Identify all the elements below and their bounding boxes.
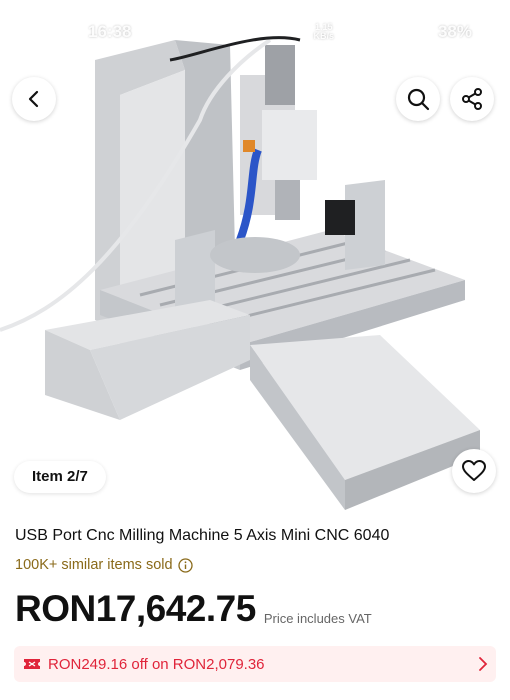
sold-count[interactable]: 100K+ similar items sold [15,557,193,573]
coupon-tag-icon [24,659,40,669]
promo-banner[interactable]: RON249.16 off on RON2,079.36 [14,646,496,682]
share-button[interactable] [450,77,494,121]
price-note: Price includes VAT [263,611,372,626]
price-row: RON17,642.75 Price includes VAT [15,588,372,630]
chevron-right-icon [479,657,488,671]
back-button[interactable] [12,77,56,121]
heart-icon [462,460,486,481]
status-time: 16:38 [88,22,132,41]
volte-icon [367,25,388,39]
search-button[interactable] [396,77,440,121]
item-indicator: Item 2/7 [14,461,106,493]
signal-icon [395,25,412,39]
wishlist-button[interactable] [452,449,496,493]
promo-text: RON249.16 off on RON2,079.36 [48,655,265,673]
sold-text: 100K+ similar items sold [15,557,173,573]
search-icon [407,88,430,111]
battery-percent: 38% [437,22,472,41]
product-image [0,36,480,510]
status-right: 1.15 KB/s 38% [313,22,472,42]
product-title: USB Port Cnc Milling Machine 5 Axis Mini… [15,527,390,544]
back-arrow-icon [28,90,39,108]
share-icon [462,88,482,110]
info-icon[interactable] [177,557,193,573]
network-speed: 1.15 KB/s [313,22,334,41]
status-bar: 16:38 1.15 KB/s 38% [0,0,510,60]
price: RON17,642.75 [15,588,256,629]
wifi-icon [341,25,360,38]
product-image-area[interactable]: 16:38 1.15 KB/s 38% Item 2/7 [0,0,510,510]
battery-icon [419,24,430,40]
